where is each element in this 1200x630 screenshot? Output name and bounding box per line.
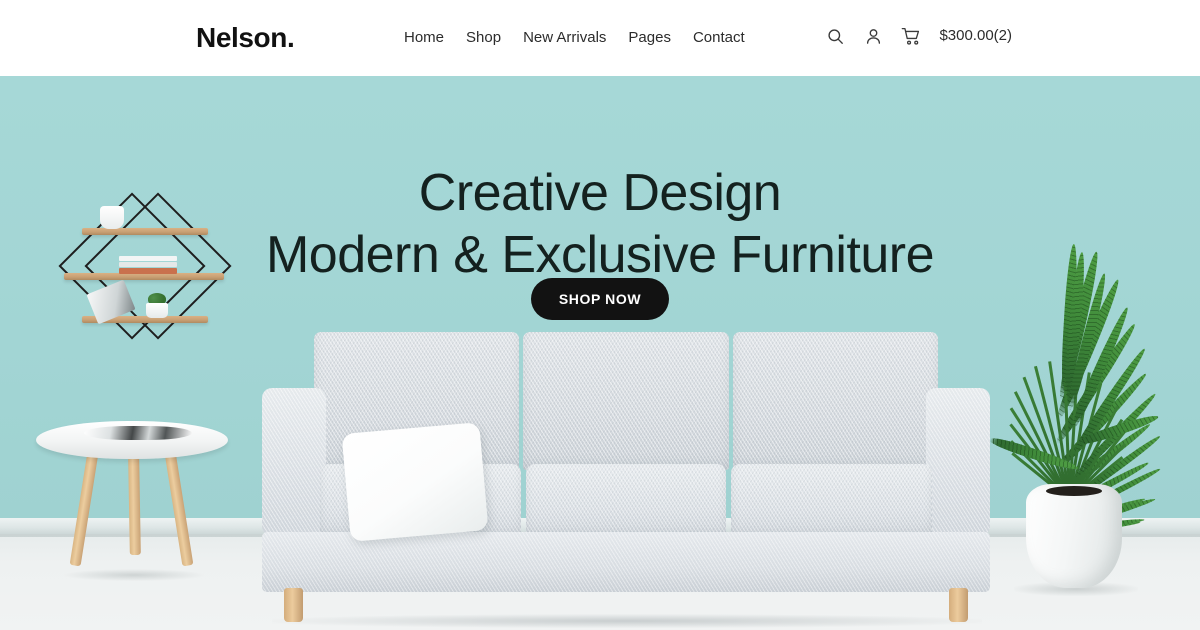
hero-section: Creative Design Modern & Exclusive Furni… [0, 76, 1200, 630]
landing-page: Nelson. Home Shop New Arrivals Pages Con… [0, 0, 1200, 630]
nav-item-shop[interactable]: Shop [466, 28, 523, 48]
main-navigation: Home Shop New Arrivals Pages Contact [404, 28, 767, 48]
sofa-arm-left [262, 388, 326, 536]
search-icon[interactable] [823, 24, 847, 48]
plant-soil [1046, 486, 1102, 496]
seat-cushion [525, 464, 727, 538]
white-plant-pot [1026, 484, 1122, 588]
round-side-table [36, 421, 228, 581]
cart-total[interactable]: $300.00(2) [939, 26, 1012, 46]
sofa-base [262, 532, 990, 592]
table-magazines [84, 426, 192, 440]
brand-logo[interactable]: Nelson. [196, 22, 295, 54]
header-actions: $300.00(2) [823, 24, 1012, 48]
stacked-books [119, 256, 177, 274]
nav-item-contact[interactable]: Contact [693, 28, 767, 48]
sofa-leg [949, 588, 968, 622]
white-vase [100, 206, 124, 229]
user-icon[interactable] [861, 24, 885, 48]
side-table-leg [69, 448, 99, 567]
shelf-plank-top [82, 228, 208, 235]
header-inner: Nelson. Home Shop New Arrivals Pages Con… [0, 0, 1200, 76]
back-cushion [523, 332, 729, 470]
shop-now-button[interactable]: SHOP NOW [530, 278, 670, 320]
grey-sofa [262, 332, 990, 628]
side-table-leg [128, 448, 141, 556]
white-throw-pillow [341, 422, 489, 542]
shopping-cart-icon[interactable] [899, 24, 923, 48]
sofa-shadow [272, 614, 982, 628]
nav-item-new-arrivals[interactable]: New Arrivals [523, 28, 628, 48]
sofa-leg [284, 588, 303, 622]
nav-item-pages[interactable]: Pages [628, 28, 693, 48]
seat-cushion [731, 464, 933, 538]
cta-container: SHOP NOW [0, 278, 1200, 320]
site-header: Nelson. Home Shop New Arrivals Pages Con… [0, 0, 1200, 76]
sofa-arm-right [926, 388, 990, 536]
nav-item-home[interactable]: Home [404, 28, 466, 48]
back-cushion [732, 332, 938, 470]
side-table-shadow [64, 569, 204, 581]
side-table-leg [164, 448, 194, 567]
